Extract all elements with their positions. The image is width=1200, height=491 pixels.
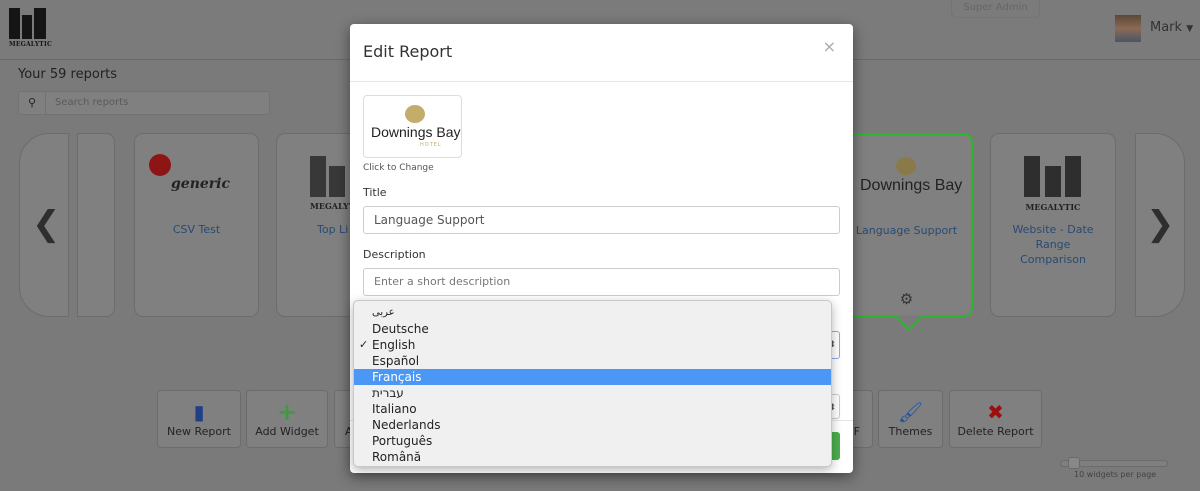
report-card-selected[interactable]: Downings Bay Language Support ⚙ — [840, 133, 973, 317]
option-label: Italiano — [372, 402, 417, 416]
language-option[interactable]: عربى — [354, 305, 831, 321]
title-label: Title — [363, 186, 387, 199]
checkmark-icon: ✓ — [359, 338, 369, 351]
language-option[interactable]: Deutsche — [354, 321, 831, 337]
paintbrush-icon: 🖌 — [897, 400, 924, 424]
report-title[interactable]: CSV Test — [135, 222, 258, 237]
add-widget-button[interactable]: + Add Widget — [246, 390, 328, 448]
report-count: Your 59 reports — [18, 67, 118, 82]
description-input[interactable]: Enter a short description — [363, 268, 840, 296]
add-widget-label: Add Widget — [255, 425, 319, 438]
search-icon: ⚲ — [19, 92, 46, 114]
language-option[interactable]: Nederlands — [354, 417, 831, 433]
new-file-icon: ▮ — [193, 400, 205, 424]
option-label: עברית — [372, 386, 404, 400]
description-label: Description — [363, 248, 426, 261]
language-option[interactable]: Română — [354, 449, 831, 465]
new-report-label: New Report — [167, 425, 231, 438]
divider — [350, 81, 853, 82]
caret-down-icon: ▼ — [1186, 24, 1194, 34]
report-card[interactable]: generic CSV Test — [134, 133, 259, 317]
new-report-button[interactable]: ▮ New Report — [157, 390, 241, 448]
modal-title: Edit Report — [363, 42, 453, 61]
close-icon[interactable]: × — [823, 37, 836, 56]
themes-button[interactable]: 🖌 Themes — [878, 390, 943, 448]
click-to-change[interactable]: Click to Change — [363, 163, 434, 173]
selected-pointer — [892, 316, 926, 340]
option-label: Deutsche — [372, 322, 429, 336]
title-input[interactable]: Language Support — [363, 206, 840, 234]
option-label: Français — [372, 370, 422, 384]
language-option[interactable]: Español — [354, 353, 831, 369]
language-option-highlighted[interactable]: Français — [354, 369, 831, 385]
search-placeholder: Search reports — [55, 97, 129, 108]
language-dropdown[interactable]: عربى Deutsche ✓ English Español Français … — [353, 300, 832, 467]
widgets-per-page-label: 10 widgets per page — [1074, 470, 1157, 479]
report-title[interactable]: Language Support — [842, 223, 971, 238]
gear-icon[interactable]: ⚙ — [842, 290, 971, 308]
option-label: عربى — [372, 307, 395, 318]
language-option[interactable]: Português — [354, 433, 831, 449]
plus-icon: + — [276, 398, 298, 426]
delete-report-button[interactable]: ✖ Delete Report — [949, 390, 1042, 448]
language-option[interactable]: Italiano — [354, 401, 831, 417]
delete-x-icon: ✖ — [987, 400, 1004, 424]
carousel-prev-button[interactable]: ❮ — [19, 133, 69, 317]
logo-upload[interactable]: Downings Bay HOTEL — [363, 95, 462, 158]
option-label: Nederlands — [372, 418, 441, 432]
option-label: Português — [372, 434, 433, 448]
megalytic-logo[interactable]: MEGALYTIC — [9, 8, 52, 48]
carousel-next-button[interactable]: ❯ — [1135, 133, 1185, 317]
language-option[interactable]: עברית — [354, 385, 831, 401]
logo-subtext: HOTEL — [420, 142, 442, 148]
user-name: Mark — [1150, 20, 1183, 35]
report-title[interactable]: Top Li — [317, 222, 348, 237]
chevron-left-icon: ❮ — [32, 204, 61, 244]
pdf-label: F — [853, 425, 860, 438]
option-label: English — [372, 338, 416, 352]
generic-logo — [149, 154, 171, 176]
report-card[interactable]: MEGALYTIC Website - Date Range Compariso… — [990, 133, 1116, 317]
report-title[interactable]: Website - Date Range Comparison — [991, 222, 1115, 267]
slider-handle[interactable] — [1068, 457, 1080, 469]
option-label: Română — [372, 450, 422, 464]
logo-text: Downings Bay — [371, 124, 461, 140]
language-option-checked[interactable]: ✓ English — [354, 337, 831, 353]
search-input[interactable]: ⚲ Search reports — [18, 91, 270, 115]
downings-bay-logo: Downings Bay — [860, 177, 963, 194]
super-admin-badge[interactable]: Super Admin — [951, 0, 1040, 18]
option-label: Español — [372, 354, 420, 368]
themes-label: Themes — [888, 425, 933, 438]
delete-report-label: Delete Report — [957, 425, 1034, 438]
user-menu[interactable]: Mark ▼ — [1150, 20, 1193, 35]
report-card-partial[interactable] — [77, 133, 115, 317]
chevron-right-icon: ❯ — [1146, 204, 1175, 244]
avatar[interactable] — [1115, 15, 1141, 42]
